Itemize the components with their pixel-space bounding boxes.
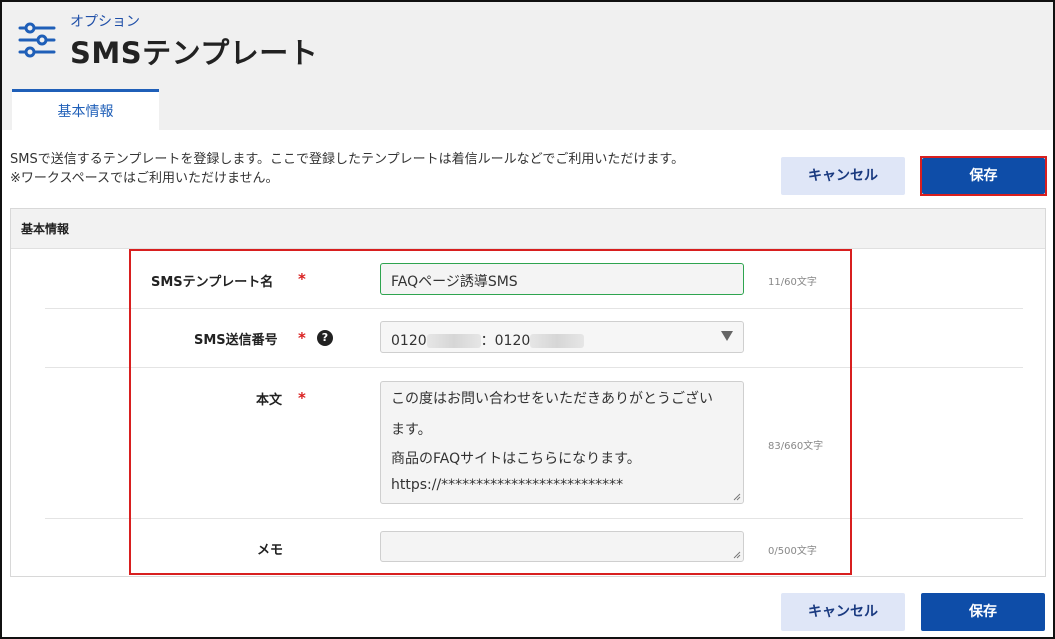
redacted-digits xyxy=(530,334,585,348)
body-line: ます。 xyxy=(391,422,432,438)
save-button-highlight xyxy=(920,156,1047,196)
required-mark: * xyxy=(298,329,306,347)
sender-number-value: 0120 ：0120 xyxy=(391,330,585,350)
save-button-bottom[interactable]: 保存 xyxy=(921,593,1045,631)
row-divider xyxy=(45,308,1023,309)
resize-handle-icon[interactable] xyxy=(733,551,741,559)
memo-counter: 0/500文字 xyxy=(768,546,817,557)
sender-number-prefix: 0120 xyxy=(391,333,427,349)
redacted-digits xyxy=(426,334,481,348)
row-divider xyxy=(45,367,1023,368)
required-mark: * xyxy=(298,389,306,407)
body-textarea[interactable]: この度はお問い合わせをいただきありがとうござい ます。 商品のFAQサイトはこち… xyxy=(380,381,744,504)
chevron-down-icon xyxy=(721,331,733,341)
basic-info-panel: 基本情報 SMSテンプレート名 * FAQページ誘導SMS 11/60文字 SM… xyxy=(10,208,1046,577)
body-line: この度はお問い合わせをいただきありがとうござい xyxy=(391,391,713,407)
page-title: SMSテンプレート xyxy=(70,36,319,70)
template-name-counter: 11/60文字 xyxy=(768,277,817,288)
panel-title: 基本情報 xyxy=(11,209,1045,249)
body-line: 商品のFAQサイトはこちらになります。 xyxy=(391,451,641,467)
sliders-icon xyxy=(18,22,56,58)
page-header: オプション SMSテンプレート 基本情報 xyxy=(2,2,1053,132)
memo-textarea[interactable] xyxy=(380,531,744,562)
cancel-button-top[interactable]: キャンセル xyxy=(781,157,905,195)
help-icon[interactable]: ? xyxy=(317,330,333,346)
sender-number-select[interactable]: 0120 ：0120 xyxy=(380,321,744,353)
body-line: https://************************** xyxy=(391,477,624,493)
sender-number-label: SMS送信番号 xyxy=(194,333,278,348)
body-label: 本文 xyxy=(256,393,283,408)
page-description: SMSで送信するテンプレートを登録します。ここで登録したテンプレートは着信ルール… xyxy=(10,150,770,188)
template-name-value: FAQページ誘導SMS xyxy=(391,274,518,290)
required-mark: * xyxy=(298,270,306,288)
description-line-1: SMSで送信するテンプレートを登録します。ここで登録したテンプレートは着信ルール… xyxy=(10,152,685,167)
breadcrumb[interactable]: オプション xyxy=(70,11,140,31)
body-counter: 83/660文字 xyxy=(768,441,824,452)
template-name-label: SMSテンプレート名 xyxy=(151,275,274,290)
row-divider xyxy=(45,518,1023,519)
sender-number-separator: ：0120 xyxy=(480,333,531,349)
resize-handle-icon[interactable] xyxy=(733,493,741,501)
memo-label: メモ xyxy=(257,543,284,558)
cancel-button-bottom[interactable]: キャンセル xyxy=(781,593,905,631)
description-line-2: ※ワークスペースではご利用いただけません。 xyxy=(10,171,279,186)
tab-basic-info[interactable]: 基本情報 xyxy=(12,89,159,132)
template-name-input[interactable]: FAQページ誘導SMS xyxy=(380,263,744,295)
